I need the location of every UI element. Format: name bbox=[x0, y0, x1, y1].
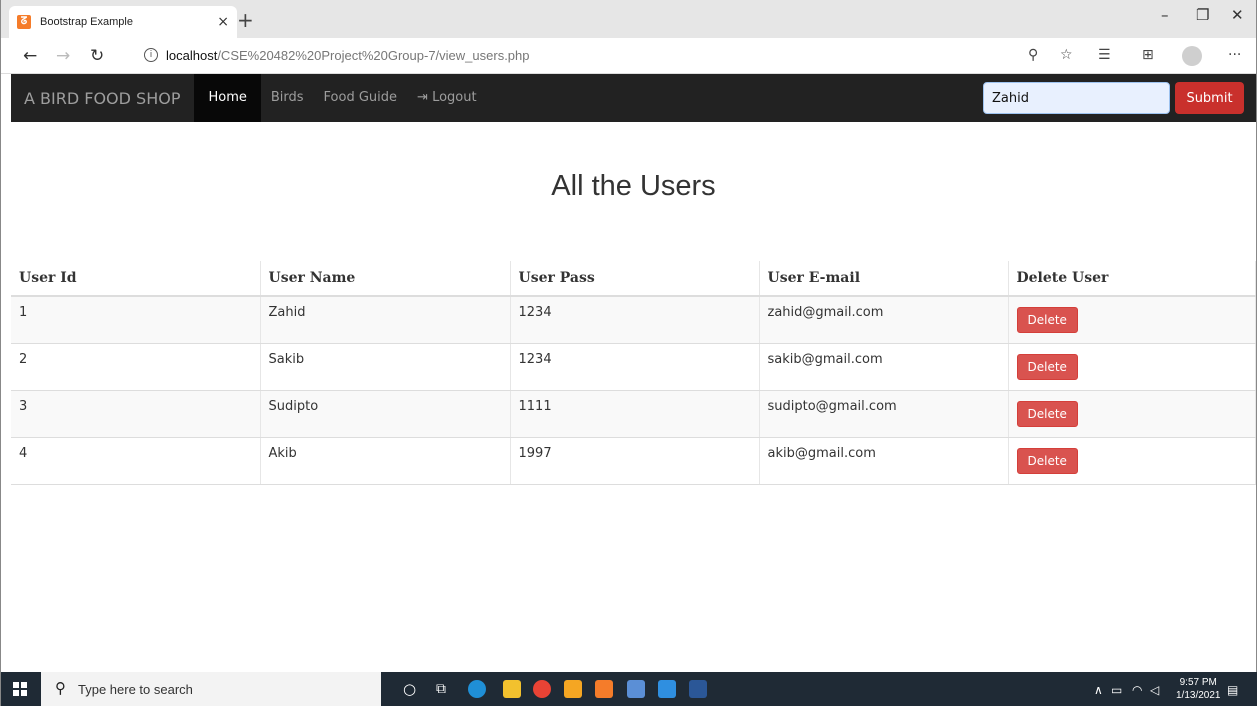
user-id-cell: 3 bbox=[11, 390, 261, 438]
refresh-icon[interactable]: ↻ bbox=[90, 46, 104, 66]
table-header-row: User Id User Name User Pass User E-mail … bbox=[11, 261, 1256, 297]
user-email-cell: sudipto@gmail.com bbox=[759, 390, 1009, 438]
taskbar-clock[interactable]: 9:57 PM 1/13/2021 bbox=[1176, 676, 1221, 702]
favorites-list-icon[interactable]: ☰ bbox=[1098, 47, 1111, 63]
user-name-cell: Sakib bbox=[260, 343, 511, 391]
user-id-cell: 4 bbox=[11, 437, 261, 485]
user-name-cell: Akib bbox=[260, 437, 511, 485]
clock-time: 9:57 PM bbox=[1179, 677, 1217, 688]
user-email-cell: zahid@gmail.com bbox=[759, 296, 1009, 344]
table-row: 3 Sudipto 1111 sudipto@gmail.com Delete bbox=[11, 390, 1256, 438]
store-icon[interactable] bbox=[564, 680, 582, 698]
brand-logo[interactable]: A BIRD FOOD SHOP bbox=[24, 89, 180, 108]
column-header: User Id bbox=[11, 261, 261, 297]
edge-browser-icon[interactable] bbox=[468, 680, 486, 698]
zoom-icon[interactable]: ⚲ bbox=[1028, 47, 1038, 63]
volume-icon[interactable]: ◁ bbox=[1150, 683, 1159, 697]
user-name-cell: Sudipto bbox=[260, 390, 511, 438]
taskbar-search-placeholder: Type here to search bbox=[78, 682, 193, 697]
forward-icon[interactable]: → bbox=[56, 46, 70, 66]
xampp-icon[interactable] bbox=[595, 680, 613, 698]
nav-logout[interactable]: ⇥ Logout bbox=[407, 74, 487, 122]
clock-date: 1/13/2021 bbox=[1176, 690, 1221, 701]
user-pass-cell: 1234 bbox=[510, 343, 760, 391]
user-email-cell: akib@gmail.com bbox=[759, 437, 1009, 485]
chrome-icon[interactable] bbox=[533, 680, 551, 698]
delete-user-button[interactable]: Delete bbox=[1016, 307, 1078, 333]
delete-cell: Delete bbox=[1008, 296, 1256, 344]
column-header: User Name bbox=[260, 261, 511, 297]
windows-start-icon[interactable] bbox=[13, 682, 27, 696]
nav-food-guide[interactable]: Food Guide bbox=[314, 74, 407, 122]
user-id-cell: 1 bbox=[11, 296, 261, 344]
column-header: Delete User bbox=[1008, 261, 1256, 297]
close-window-icon[interactable]: ✕ bbox=[1231, 6, 1244, 24]
new-tab-icon[interactable]: + bbox=[237, 8, 254, 32]
back-icon[interactable]: ← bbox=[23, 46, 37, 66]
page-title: All the Users bbox=[551, 170, 716, 202]
table-row: 1 Zahid 1234 zahid@gmail.com Delete bbox=[11, 296, 1256, 344]
user-pass-cell: 1234 bbox=[510, 296, 760, 344]
url-field[interactable]: localhost/CSE%20482%20Project%20Group-7/… bbox=[166, 48, 530, 63]
file-explorer-icon[interactable] bbox=[503, 680, 521, 698]
tab-strip: ᘔ Bootstrap Example × + – ❐ ✕ bbox=[1, 0, 1256, 38]
delete-cell: Delete bbox=[1008, 437, 1256, 485]
delete-cell: Delete bbox=[1008, 343, 1256, 391]
user-id-cell: 2 bbox=[11, 343, 261, 391]
nav-home[interactable]: Home bbox=[194, 74, 261, 122]
user-name-cell: Zahid bbox=[260, 296, 511, 344]
address-bar: ← → ↻ i localhost/CSE%20482%20Project%20… bbox=[1, 38, 1256, 74]
logout-icon: ⇥ bbox=[417, 90, 428, 105]
tab-title: Bootstrap Example bbox=[40, 16, 133, 28]
user-pass-cell: 1997 bbox=[510, 437, 760, 485]
mail-icon[interactable] bbox=[658, 680, 676, 698]
notepad-icon[interactable] bbox=[627, 680, 645, 698]
delete-cell: Delete bbox=[1008, 390, 1256, 438]
submit-button[interactable]: Submit bbox=[1175, 82, 1244, 114]
column-header: User E-mail bbox=[759, 261, 1009, 297]
browser-window: ᘔ Bootstrap Example × + – ❐ ✕ ← → ↻ i lo… bbox=[0, 0, 1257, 706]
restore-icon[interactable]: ❐ bbox=[1196, 6, 1209, 24]
nav-logout-label: Logout bbox=[432, 90, 477, 105]
minimize-icon[interactable]: – bbox=[1161, 6, 1169, 24]
delete-user-button[interactable]: Delete bbox=[1016, 447, 1078, 474]
battery-icon[interactable]: ▭ bbox=[1111, 683, 1122, 697]
profile-avatar[interactable] bbox=[1182, 46, 1202, 66]
app-navbar: A BIRD FOOD SHOP Home Birds Food Guide ⇥… bbox=[11, 74, 1256, 122]
taskbar-search-box[interactable]: ⚲ Type here to search bbox=[41, 672, 381, 706]
cortana-icon[interactable]: ○ bbox=[403, 680, 416, 698]
tray-chevron-icon[interactable]: ∧ bbox=[1094, 683, 1103, 697]
collections-icon[interactable]: ⊞ bbox=[1142, 47, 1154, 63]
search-icon: ⚲ bbox=[55, 679, 66, 697]
site-info-icon[interactable]: i bbox=[144, 48, 158, 62]
windows-taskbar: ⚲ Type here to search ○ ⧉ ∧ ▭ ◠ ◁ 9:57 P… bbox=[1, 672, 1257, 706]
more-menu-icon[interactable]: ··· bbox=[1228, 47, 1241, 63]
url-path: /CSE%20482%20Project%20Group-7/view_user… bbox=[217, 48, 530, 63]
delete-user-button[interactable]: Delete bbox=[1016, 353, 1078, 380]
table-row: 4 Akib 1997 akib@gmail.com Delete bbox=[11, 437, 1256, 485]
search-input[interactable] bbox=[983, 82, 1170, 114]
column-header: User Pass bbox=[510, 261, 760, 297]
url-host: localhost bbox=[166, 48, 218, 63]
user-email-cell: sakib@gmail.com bbox=[759, 343, 1009, 391]
browser-tab[interactable]: ᘔ Bootstrap Example × bbox=[9, 6, 237, 38]
xampp-favicon-icon: ᘔ bbox=[17, 15, 31, 29]
word-icon[interactable] bbox=[689, 680, 707, 698]
users-table: User Id User Name User Pass User E-mail … bbox=[11, 261, 1256, 485]
favorite-star-icon[interactable]: ☆ bbox=[1060, 47, 1073, 63]
tab-close-icon[interactable]: × bbox=[217, 14, 229, 30]
notification-icon[interactable]: ▤ bbox=[1227, 683, 1238, 697]
delete-user-button[interactable]: Delete bbox=[1016, 400, 1078, 427]
table-row: 2 Sakib 1234 sakib@gmail.com Delete bbox=[11, 343, 1256, 391]
nav-birds[interactable]: Birds bbox=[261, 74, 314, 122]
user-pass-cell: 1111 bbox=[510, 390, 760, 438]
task-view-icon[interactable]: ⧉ bbox=[436, 681, 446, 697]
wifi-icon[interactable]: ◠ bbox=[1132, 683, 1142, 697]
